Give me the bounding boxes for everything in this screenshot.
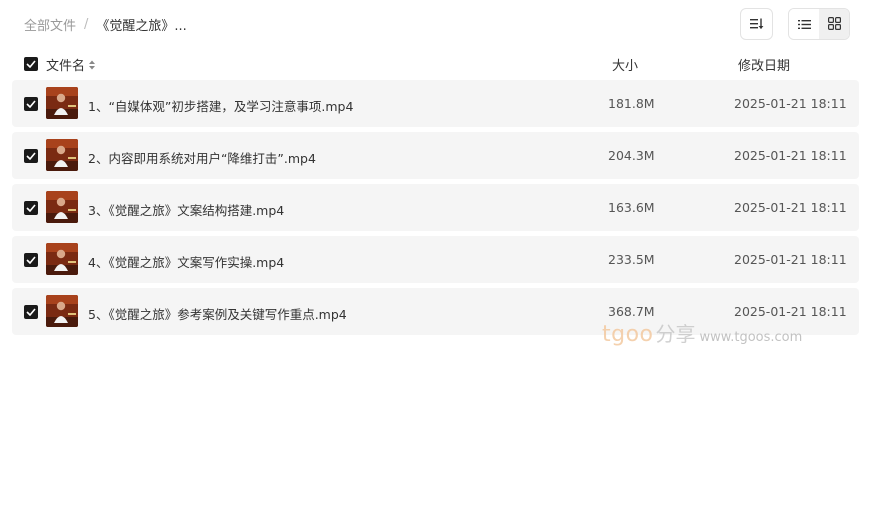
sort-toggle-icon [89,60,96,70]
grid-view-button[interactable] [819,9,849,39]
file-row[interactable]: 3、《觉醒之旅》文案结构搭建.mp4 163.6M 2025-01-21 18:… [12,184,859,231]
file-row[interactable]: 4、《觉醒之旅》文案写作实操.mp4 233.5M 2025-01-21 18:… [12,236,859,283]
file-date: 2025-01-21 18:11 [734,200,847,215]
file-name[interactable]: 1、“自媒体观”初步搭建，及学习注意事项.mp4 [88,96,353,115]
sort-button[interactable] [740,8,773,40]
file-size: 233.5M [608,252,655,267]
grid-view-icon [827,15,841,34]
file-name[interactable]: 4、《觉醒之旅》文案写作实操.mp4 [88,252,284,271]
top-bar: 全部文件 / 《觉醒之旅》... [0,0,874,48]
watermark-brand: tgoo [602,322,654,347]
file-date: 2025-01-21 18:11 [734,148,847,163]
file-size: 368.7M [608,304,655,319]
file-name[interactable]: 3、《觉醒之旅》文案结构搭建.mp4 [88,200,284,219]
select-all-checkbox[interactable] [24,57,38,71]
sort-icon [749,15,764,34]
file-row[interactable]: 2、内容即用系统对用户“降维打击”.mp4 204.3M 2025-01-21 … [12,132,859,179]
column-header-size[interactable]: 大小 [612,55,638,74]
file-checkbox[interactable] [24,97,38,111]
file-checkbox[interactable] [24,149,38,163]
file-size: 163.6M [608,200,655,215]
file-list-header: 文件名 大小 修改日期 [12,52,859,76]
breadcrumb: 全部文件 / 《觉醒之旅》... [24,15,187,34]
list-view-button[interactable] [789,9,819,39]
column-header-name[interactable]: 文件名 [46,55,96,74]
breadcrumb-root-link[interactable]: 全部文件 [24,15,76,34]
video-thumbnail [46,295,78,327]
file-date: 2025-01-21 18:11 [734,96,847,111]
breadcrumb-current: 《觉醒之旅》... [96,19,187,34]
column-header-name-label: 文件名 [46,59,86,74]
watermark: tgoo 分享 www.tgoos.com [602,318,802,347]
file-size: 204.3M [608,148,655,163]
file-size: 181.8M [608,96,655,111]
video-thumbnail [46,87,78,119]
file-name[interactable]: 2、内容即用系统对用户“降维打击”.mp4 [88,148,316,167]
video-thumbnail [46,243,78,275]
file-list: 1、“自媒体观”初步搭建，及学习注意事项.mp4 181.8M 2025-01-… [12,80,859,340]
file-date: 2025-01-21 18:11 [734,304,847,319]
file-row[interactable]: 1、“自媒体观”初步搭建，及学习注意事项.mp4 181.8M 2025-01-… [12,80,859,127]
file-name[interactable]: 5、《觉醒之旅》参考案例及关键写作重点.mp4 [88,304,347,323]
file-checkbox[interactable] [24,201,38,215]
video-thumbnail [46,191,78,223]
column-header-date[interactable]: 修改日期 [738,55,790,74]
file-checkbox[interactable] [24,305,38,319]
watermark-url: www.tgoos.com [699,330,803,345]
file-checkbox[interactable] [24,253,38,267]
list-view-icon [797,15,811,34]
watermark-cn: 分享 [655,322,696,346]
file-date: 2025-01-21 18:11 [734,252,847,267]
video-thumbnail [46,139,78,171]
view-toggle [788,8,850,40]
breadcrumb-separator: / [84,17,89,32]
